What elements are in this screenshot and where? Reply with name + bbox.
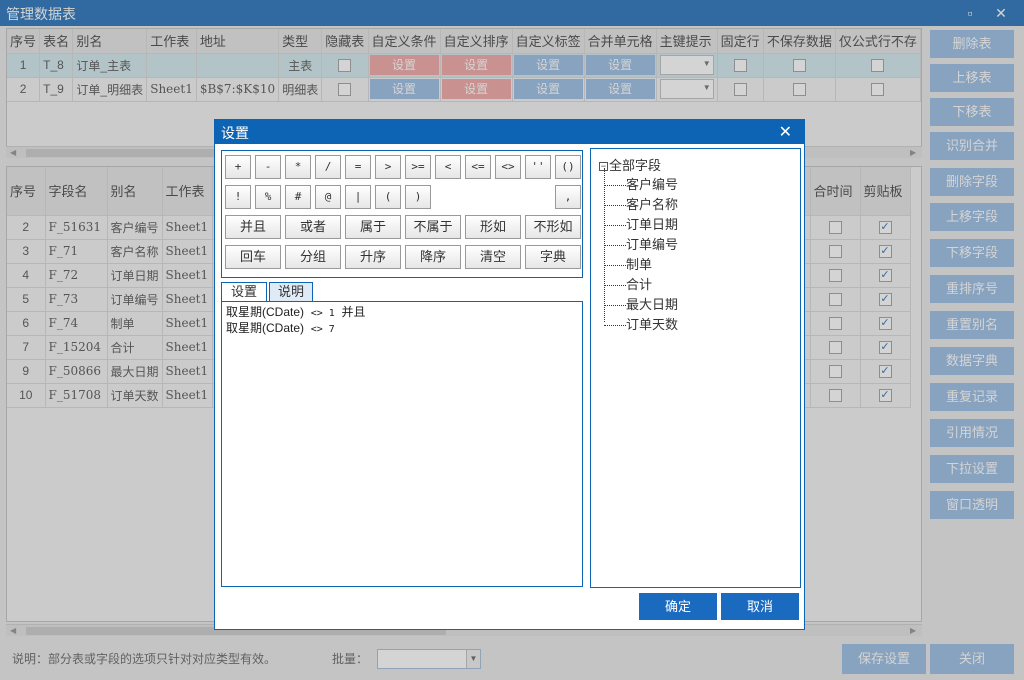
tab-help[interactable]: 说明: [269, 282, 313, 302]
key-open-paren[interactable]: (: [375, 185, 401, 209]
key-at[interactable]: @: [315, 185, 341, 209]
key-equal[interactable]: =: [345, 155, 371, 179]
editor-op: <> 7: [310, 324, 335, 335]
key-plus[interactable]: +: [225, 155, 251, 179]
field-tree: − 全部字段 客户编号 客户名称 订单日期 订单编号 制单 合计 最大日期 订单天…: [590, 148, 801, 588]
close-icon[interactable]: ✕: [779, 122, 792, 142]
cancel-button[interactable]: 取消: [721, 593, 799, 620]
key-quotes[interactable]: '': [525, 155, 551, 179]
key-not-in[interactable]: 不属于: [405, 215, 461, 239]
key-ascending[interactable]: 升序: [345, 245, 401, 269]
key-descending[interactable]: 降序: [405, 245, 461, 269]
tree-item[interactable]: 制单: [604, 254, 652, 273]
tree-item[interactable]: 最大日期: [604, 294, 678, 313]
key-and[interactable]: 并且: [225, 215, 281, 239]
key-clear[interactable]: 清空: [465, 245, 521, 269]
key-less-equal[interactable]: <=: [465, 155, 491, 179]
tab-settings[interactable]: 设置: [221, 282, 267, 302]
key-not-like[interactable]: 不形如: [525, 215, 581, 239]
key-greater-equal[interactable]: >=: [405, 155, 431, 179]
key-close-paren[interactable]: ): [405, 185, 431, 209]
condition-editor[interactable]: 取星期(CDate) <> 1 并且 取星期(CDate) <> 7: [221, 301, 583, 587]
editor-logic: 并且: [341, 305, 366, 319]
key-or[interactable]: 或者: [285, 215, 341, 239]
editor-expr: 取星期(CDate): [226, 305, 305, 319]
tree-root-label: 全部字段: [609, 158, 662, 173]
key-greater[interactable]: >: [375, 155, 401, 179]
tree-item[interactable]: 订单编号: [604, 234, 678, 253]
key-comma[interactable]: ,: [555, 185, 581, 209]
tree-item[interactable]: 客户名称: [604, 194, 678, 213]
key-like[interactable]: 形如: [465, 215, 521, 239]
key-minus[interactable]: -: [255, 155, 281, 179]
editor-expr: 取星期(CDate): [226, 321, 305, 335]
operator-keypad: + - * / = > >= < <= <> '' () ! % # @ | (…: [221, 150, 583, 278]
tree-root[interactable]: − 全部字段: [599, 155, 661, 174]
key-less[interactable]: <: [435, 155, 461, 179]
key-not-equal[interactable]: <>: [495, 155, 521, 179]
ok-button[interactable]: 确定: [639, 593, 717, 620]
editor-line: 取星期(CDate) <> 1 并且: [226, 305, 578, 321]
key-group[interactable]: 分组: [285, 245, 341, 269]
dialog-titlebar: 设置 ✕: [215, 120, 804, 144]
editor-op: <> 1: [310, 308, 335, 319]
key-parens[interactable]: (): [555, 155, 581, 179]
key-divide[interactable]: /: [315, 155, 341, 179]
tree-item[interactable]: 客户编号: [604, 174, 678, 193]
key-multiply[interactable]: *: [285, 155, 311, 179]
key-percent[interactable]: %: [255, 185, 281, 209]
key-dictionary[interactable]: 字典: [525, 245, 581, 269]
tree-item[interactable]: 订单天数: [604, 314, 678, 333]
tree-item[interactable]: 订单日期: [604, 214, 678, 233]
key-in[interactable]: 属于: [345, 215, 401, 239]
key-exclaim[interactable]: !: [225, 185, 251, 209]
editor-line: 取星期(CDate) <> 7: [226, 321, 578, 337]
tree-item[interactable]: 合计: [604, 274, 652, 293]
key-hash[interactable]: #: [285, 185, 311, 209]
key-pipe[interactable]: |: [345, 185, 371, 209]
settings-dialog: 设置 ✕ + - * / = > >= < <= <> '' () ! % # …: [214, 119, 805, 630]
key-enter[interactable]: 回车: [225, 245, 281, 269]
dialog-title: 设置: [221, 125, 249, 141]
